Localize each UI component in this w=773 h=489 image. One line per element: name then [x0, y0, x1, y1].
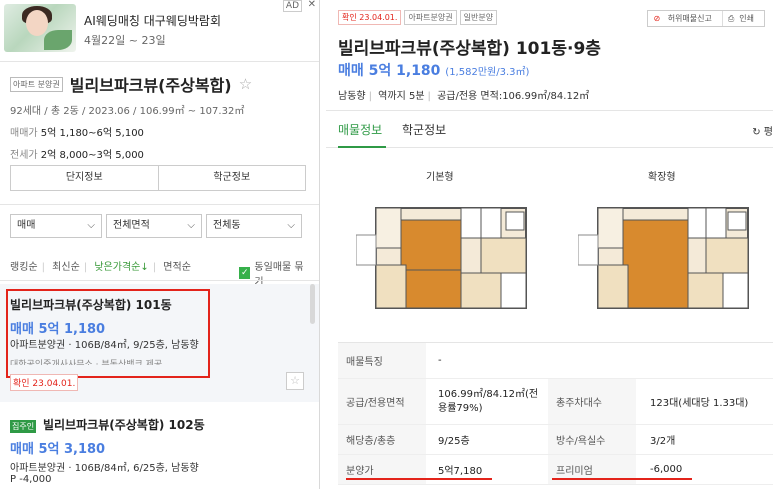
price-per-pyeong: (1,582만원/3.3㎡): [445, 67, 530, 78]
underline-mark: [346, 478, 492, 480]
listing-desc: 아파트분양권 · 106B/84㎡, 6/25층, 남동향: [10, 463, 199, 474]
table-value: 123대(세대당 1.33대): [650, 398, 749, 409]
rent-price-label: 전세가: [10, 150, 38, 161]
listing-desc: 아파트분양권 · 106B/84㎡, 9/25층, 남동향: [10, 340, 199, 351]
table-value: 3/2개: [650, 436, 676, 447]
sale-price-label: 매매가: [10, 128, 38, 139]
detail-panel: 확인 23.04.01. 아파트분양권 일반분양 ⊘ 허위매물신고 ⎙ 인쇄 빌리…: [326, 0, 773, 489]
detail-price: 매매 5억 1,180 (1,582만원/3.3㎡): [338, 60, 529, 80]
dong-select[interactable]: 전체동 ⌵: [206, 214, 302, 238]
sort-latest[interactable]: 최신순: [52, 262, 80, 273]
table-key: 해당층/총층: [338, 425, 426, 454]
school-info-button[interactable]: 학군정보: [157, 166, 306, 190]
chevron-down-icon: ⌵: [187, 220, 195, 231]
sort-low-price[interactable]: 낮은가격순↓: [94, 262, 148, 273]
complex-summary: 아파트 분양권 빌리브파크뷰(주상복합) ☆ 92세대 / 총 2동 / 202…: [0, 62, 319, 161]
ad-banner[interactable]: AI웨딩매칭 대구웨딩박람회 4월22일 ~ 23일 AD ✕: [0, 0, 319, 62]
refresh-button[interactable]: ↻ 평: [752, 123, 773, 138]
sale-type-tag: 일반분양: [459, 10, 498, 25]
detail-table: 매물특징 - 공급/전용면적 106.99㎡/84.12㎡(전용률79%) 총주…: [338, 342, 773, 485]
type-tag: 아파트분양권: [404, 10, 457, 25]
table-key: 총주차대수: [548, 379, 636, 424]
listing-price: 매매 5억 3,180: [10, 442, 106, 457]
detail-tabs: 매물정보 학군정보 ↻ 평: [326, 110, 773, 148]
ad-title: AI웨딩매칭 대구웨딩박람회: [84, 14, 222, 28]
table-key: 방수/욕실수: [548, 425, 636, 454]
confirm-badge: 확인 23.04.01.: [10, 374, 79, 391]
trade-type-select[interactable]: 매매 ⌵: [10, 214, 102, 238]
area-select[interactable]: 전체면적 ⌵: [106, 214, 202, 238]
divider: [0, 204, 319, 205]
detail-price-value: 매매 5억 1,180: [338, 63, 441, 79]
favorite-star-icon[interactable]: ☆: [239, 75, 252, 93]
report-label: 허위매물신고: [667, 14, 712, 23]
sort-area[interactable]: 면적순: [163, 262, 191, 273]
listing-agent: 대한공인중개사사무소 · 부동산뱅크 제공: [10, 360, 163, 365]
floorplan-extended-image[interactable]: [578, 190, 758, 330]
owner-badge: 집주인: [10, 420, 37, 433]
ad-date: 4월22일 ~ 23일: [84, 34, 166, 47]
left-panel: AI웨딩매칭 대구웨딩박람회 4월22일 ~ 23일 AD ✕ 아파트 분양권 …: [0, 0, 320, 489]
ad-badge: AD: [282, 0, 302, 12]
table-row: 매물특징 -: [338, 343, 773, 379]
table-key: 매물특징: [338, 343, 426, 378]
detail-info: 남동향 | 역까지 5분 | 공급/전용 면적:106.99㎡/84.12㎡: [338, 91, 590, 102]
divider: [0, 280, 319, 281]
table-value: 106.99㎡/84.12㎡(전용률79%): [438, 388, 539, 414]
detail-actions: ⊘ 허위매물신고 ⎙ 인쇄: [647, 10, 765, 27]
station-distance: 역까지 5분: [378, 91, 425, 102]
floorplan-basic-image[interactable]: [356, 190, 536, 330]
chevron-down-icon: ⌵: [87, 220, 95, 231]
chevron-down-icon: ⌵: [287, 220, 295, 231]
table-row: 분양가 5억7,180 프리미엄 -6,000: [338, 455, 773, 485]
listing-name: 빌리브파크뷰(주상복합) 101동: [10, 298, 172, 312]
table-value: -: [438, 355, 442, 366]
scrollbar[interactable]: [310, 284, 315, 324]
list-item[interactable]: 집주인 빌리브파크뷰(주상복합) 102동 매매 5억 3,180 아파트분양권…: [0, 404, 319, 489]
complex-tag: 아파트 분양권: [10, 76, 63, 92]
direction: 남동향: [338, 91, 366, 102]
ad-image: [4, 4, 76, 52]
dong-value: 전체동: [213, 220, 241, 231]
tab-school-info[interactable]: 학군정보: [402, 121, 446, 138]
check-icon: ✓: [239, 267, 251, 279]
report-button[interactable]: ⊘ 허위매물신고: [648, 11, 721, 26]
sale-price-range: 5억 1,180~6억 5,100: [40, 128, 144, 139]
sort-ranking[interactable]: 랭킹순: [10, 262, 38, 273]
underline-mark: [552, 478, 692, 480]
listing-name: 빌리브파크뷰(주상복합) 102동: [43, 418, 205, 432]
floorplan-basic-label: 기본형: [426, 172, 454, 183]
close-icon[interactable]: ✕: [308, 0, 316, 10]
table-row: 공급/전용면적 106.99㎡/84.12㎡(전용률79%) 총주차대수 123…: [338, 379, 773, 425]
list-item[interactable]: 빌리브파크뷰(주상복합) 101동 매매 5억 1,180 아파트분양권 · 1…: [0, 284, 319, 402]
table-key: 공급/전용면적: [338, 379, 426, 424]
table-value: 9/25층: [438, 436, 470, 447]
listing-premium: P -4,000: [10, 474, 52, 485]
complex-tabs: 단지정보 학군정보: [10, 165, 306, 191]
area-value: 전체면적: [113, 220, 150, 231]
complex-name: 빌리브파크뷰(주상복합): [69, 76, 232, 95]
print-label: 인쇄: [739, 14, 754, 23]
listing-price: 매매 5억 1,180: [10, 322, 106, 337]
complex-meta: 92세대 / 총 2동 / 2023.06 / 106.99㎡ ~ 107.32…: [10, 106, 245, 117]
favorite-star-icon[interactable]: ☆: [286, 372, 304, 390]
filter-bar: 매매 ⌵ 전체면적 ⌵ 전체동 ⌵: [10, 214, 302, 238]
complex-info-button[interactable]: 단지정보: [11, 166, 158, 190]
detail-title: 빌리브파크뷰(주상복합) 101동·9층: [338, 39, 601, 59]
active-tab-indicator: [338, 146, 386, 148]
tab-listing-info[interactable]: 매물정보: [338, 121, 382, 138]
trade-type-value: 매매: [17, 220, 36, 231]
print-button[interactable]: ⎙ 인쇄: [721, 11, 764, 26]
table-row: 해당층/총층 9/25층 방수/욕실수 3/2개: [338, 425, 773, 455]
rent-price-range: 2억 8,000~3억 5,000: [40, 150, 144, 161]
app-root: AI웨딩매칭 대구웨딩박람회 4월22일 ~ 23일 AD ✕ 아파트 분양권 …: [0, 0, 773, 489]
sort-bar: 랭킹순 | 최신순 | 낮은가격순↓ | 면적순 ✓ 동일매물 묶기: [10, 258, 310, 288]
confirm-tag: 확인 23.04.01.: [338, 10, 402, 25]
detail-tags: 확인 23.04.01. 아파트분양권 일반분양: [338, 10, 498, 25]
detail-area: 공급/전용 면적:106.99㎡/84.12㎡: [437, 91, 590, 102]
floorplan-ext-label: 확장형: [648, 172, 676, 183]
